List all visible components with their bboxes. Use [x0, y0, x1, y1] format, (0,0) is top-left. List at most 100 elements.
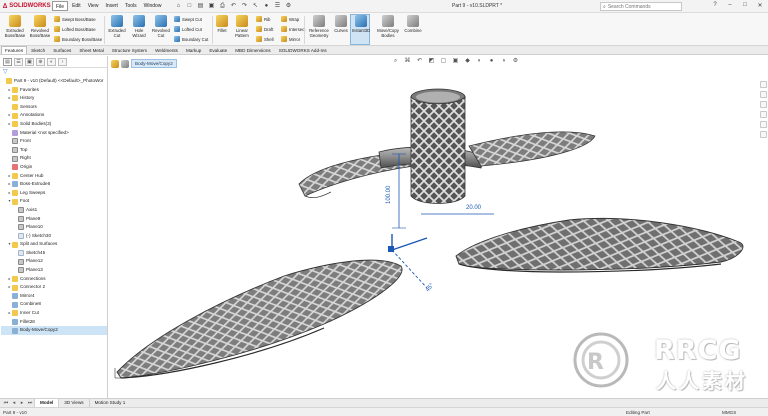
reference-geometry-button[interactable]: Reference Geometry: [306, 15, 332, 38]
revolved-boss-base-button[interactable]: Revolved Boss/Base: [29, 15, 51, 38]
open-file-icon[interactable]: ▤: [196, 2, 204, 10]
tree-item[interactable]: Plane13: [1, 266, 107, 275]
tree-item[interactable]: Sensors: [1, 103, 107, 112]
tree-item[interactable]: ▸ History: [1, 94, 107, 103]
custom-properties-icon[interactable]: [760, 131, 767, 138]
tree-item[interactable]: Plane9: [1, 215, 107, 224]
tab-last-icon[interactable]: ⏭: [26, 400, 34, 406]
feature-manager-tab-icon[interactable]: ▤: [3, 58, 12, 66]
curves-button[interactable]: Curves: [333, 15, 349, 33]
tree-item[interactable]: ▾ Foot: [1, 197, 107, 206]
filter-icon[interactable]: ▽: [3, 69, 8, 75]
lofted-boss-base-button[interactable]: Lofted Boss/Base: [54, 26, 96, 32]
tree-item[interactable]: Origin: [1, 163, 107, 172]
breadcrumb-feature-label[interactable]: Body-Move/Copy2: [131, 59, 177, 68]
tree-item[interactable]: ▸ Leg Sweeps: [1, 189, 107, 198]
tab-sketch[interactable]: Sketch: [27, 46, 49, 54]
dimxpert-manager-tab-icon[interactable]: ⊕: [36, 58, 45, 66]
menu-window[interactable]: Window: [141, 1, 165, 11]
redo-icon[interactable]: ↷: [240, 2, 248, 10]
draft-button[interactable]: Draft: [256, 26, 273, 32]
tree-item[interactable]: ▸ Favorites: [1, 86, 107, 95]
tree-item[interactable]: Right: [1, 154, 107, 163]
feature-icon[interactable]: [121, 59, 129, 68]
dimension-value-horizontal[interactable]: 20.00: [466, 205, 482, 211]
tree-item[interactable]: ▾ Split and Surfaces: [1, 240, 107, 249]
tree-item[interactable]: Sketch45: [1, 249, 107, 258]
view-palette-icon[interactable]: [760, 111, 767, 118]
tree-item[interactable]: ▸ Solid Bodies(3): [1, 120, 107, 129]
revolved-cut-button[interactable]: Revolved Cut: [151, 15, 171, 38]
close-button[interactable]: ✕: [756, 2, 764, 9]
tree-item[interactable]: Material <not specified>: [1, 129, 107, 138]
previous-view-icon[interactable]: ↶: [415, 57, 424, 66]
status-units[interactable]: MMGS: [722, 410, 736, 415]
design-library-icon[interactable]: [760, 91, 767, 98]
edit-appearance-icon[interactable]: ●: [487, 57, 496, 66]
display-manager-tab-icon[interactable]: ◐: [47, 58, 56, 66]
tab-next-icon[interactable]: ▸: [18, 400, 26, 406]
minimize-button[interactable]: –: [726, 2, 734, 9]
select-icon[interactable]: ↖: [251, 2, 259, 10]
restore-button[interactable]: □: [741, 2, 749, 9]
tab-model[interactable]: Model: [34, 399, 59, 407]
tab-sheet-metal[interactable]: Sheet Metal: [75, 46, 108, 54]
hole-wizard-button[interactable]: Hole Wizard: [129, 15, 149, 38]
solidworks-resources-icon[interactable]: [760, 81, 767, 88]
swept-cut-button[interactable]: Swept Cut: [174, 16, 202, 22]
combine-button[interactable]: Combine: [403, 15, 423, 33]
menu-insert[interactable]: Insert: [102, 1, 121, 11]
apply-scene-icon[interactable]: ◑: [499, 57, 508, 66]
intersect-button[interactable]: Intersect: [281, 26, 305, 32]
display-style-icon[interactable]: ◆: [463, 57, 472, 66]
tab-3d-views[interactable]: 3D Views: [58, 399, 88, 407]
tab-surfaces[interactable]: Surfaces: [49, 46, 75, 54]
lofted-cut-button[interactable]: Lofted Cut: [174, 26, 202, 32]
tree-item[interactable]: Fillet28: [1, 318, 107, 327]
options-gear-icon[interactable]: ⚙: [284, 2, 292, 10]
tree-item[interactable]: Combine8: [1, 300, 107, 309]
boundary-boss-base-button[interactable]: Boundary Boss/Base: [54, 36, 102, 42]
hide-show-items-icon[interactable]: ◐: [475, 57, 484, 66]
file-explorer-icon[interactable]: [760, 101, 767, 108]
tab-prev-icon[interactable]: ◂: [10, 400, 18, 406]
shell-button[interactable]: Shell: [256, 36, 274, 42]
menu-tools[interactable]: Tools: [122, 1, 140, 11]
wrap-button[interactable]: Wrap: [281, 16, 299, 22]
property-manager-tab-icon[interactable]: ☰: [14, 58, 23, 66]
new-file-icon[interactable]: □: [185, 2, 193, 10]
tree-item[interactable]: Front: [1, 137, 107, 146]
home-icon[interactable]: ⌂: [174, 2, 182, 10]
tab-solidworks-addins[interactable]: SOLIDWORKS Add-Ins: [275, 46, 331, 54]
print-icon[interactable]: ⎙: [218, 2, 226, 10]
tab-markup[interactable]: Markup: [182, 46, 205, 54]
tab-first-icon[interactable]: ⏮: [2, 400, 10, 406]
menu-file[interactable]: File: [52, 1, 69, 11]
search-box[interactable]: ⌕: [600, 2, 682, 11]
swept-boss-base-button[interactable]: Swept Boss/Base: [54, 16, 96, 22]
tree-item[interactable]: Part 9 - v10 (Default) <<Default>_PhotoW…: [1, 77, 107, 86]
appearances-icon[interactable]: [760, 121, 767, 128]
tree-item[interactable]: Plane12: [1, 257, 107, 266]
tree-item[interactable]: ▸ Boss-Extrude6: [1, 180, 107, 189]
rib-button[interactable]: Rib: [256, 16, 270, 22]
tree-item[interactable]: Mirror4: [1, 292, 107, 301]
tab-mbd-dimensions[interactable]: MBD Dimensions: [231, 46, 274, 54]
save-icon[interactable]: ▣: [207, 2, 215, 10]
fillet-button[interactable]: Fillet: [214, 15, 230, 33]
zoom-area-icon[interactable]: ⌘: [403, 57, 412, 66]
dynamic-annotation-icon[interactable]: ▢: [439, 57, 448, 66]
tree-item[interactable]: ▸ Connector 2: [1, 283, 107, 292]
rebuild-icon[interactable]: ●: [262, 2, 270, 10]
part-icon[interactable]: [111, 59, 119, 68]
menu-view[interactable]: View: [85, 1, 102, 11]
dimension-value-vertical[interactable]: 100.00: [386, 185, 392, 204]
panel-expand-icon[interactable]: ›: [58, 58, 67, 66]
extruded-cut-button[interactable]: Extruded Cut: [107, 15, 127, 38]
triad-axis-x[interactable]: [391, 237, 428, 251]
menu-edit[interactable]: Edit: [69, 1, 84, 11]
tree-item[interactable]: ▸ Connections: [1, 275, 107, 284]
search-input[interactable]: [607, 3, 678, 10]
linear-pattern-button[interactable]: Linear Pattern: [231, 15, 253, 38]
configuration-manager-tab-icon[interactable]: ▣: [25, 58, 34, 66]
